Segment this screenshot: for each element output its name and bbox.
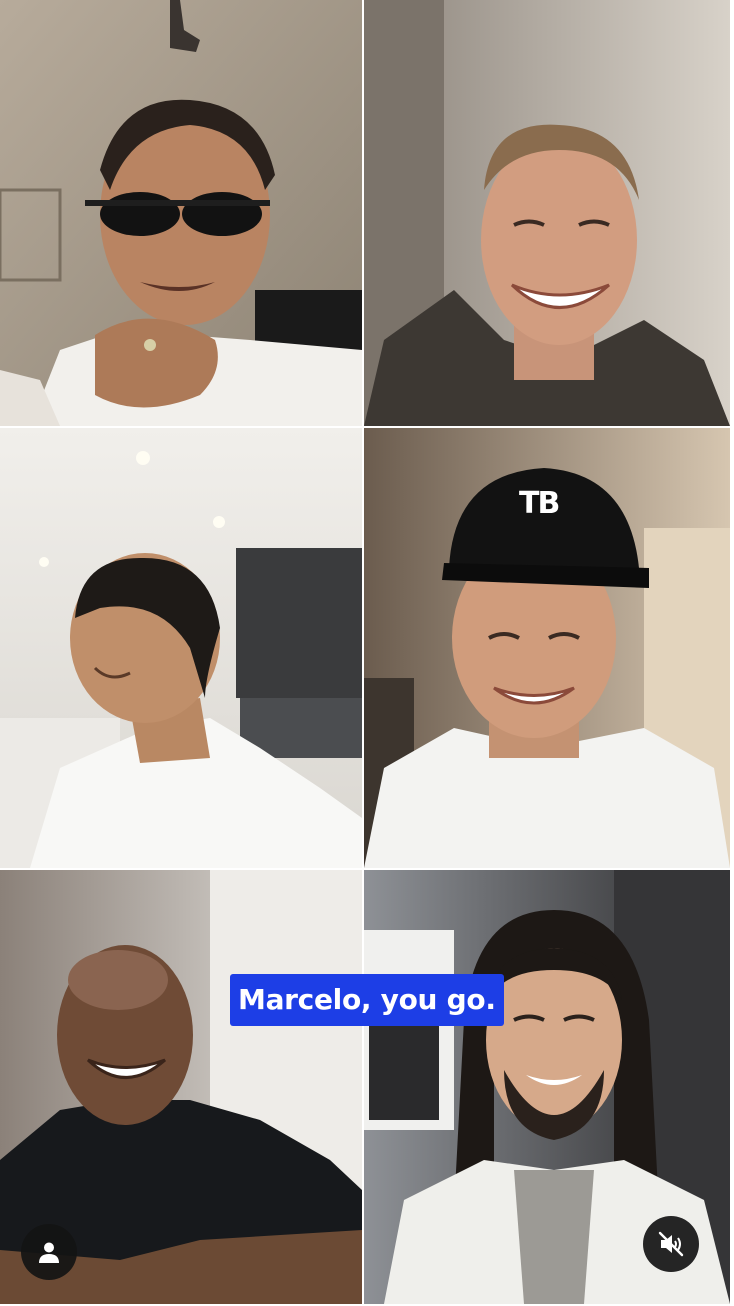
- profile-button[interactable]: [21, 1224, 77, 1280]
- video-tile-participant-1[interactable]: [0, 0, 362, 426]
- participant-1-video: [0, 0, 362, 426]
- cap-logo: TB: [519, 486, 560, 521]
- mute-toggle-button[interactable]: [643, 1216, 699, 1272]
- user-icon: [39, 1242, 59, 1263]
- participant-3-video: [0, 428, 362, 868]
- video-tile-participant-2[interactable]: [364, 0, 730, 426]
- video-call-grid: TB: [0, 0, 730, 1304]
- video-tile-participant-3[interactable]: [0, 428, 362, 868]
- speaker-muted-icon: [658, 1231, 684, 1257]
- participant-2-video: [364, 0, 730, 426]
- video-tile-participant-4[interactable]: TB: [364, 428, 730, 868]
- live-caption: Marcelo, you go.: [230, 974, 504, 1026]
